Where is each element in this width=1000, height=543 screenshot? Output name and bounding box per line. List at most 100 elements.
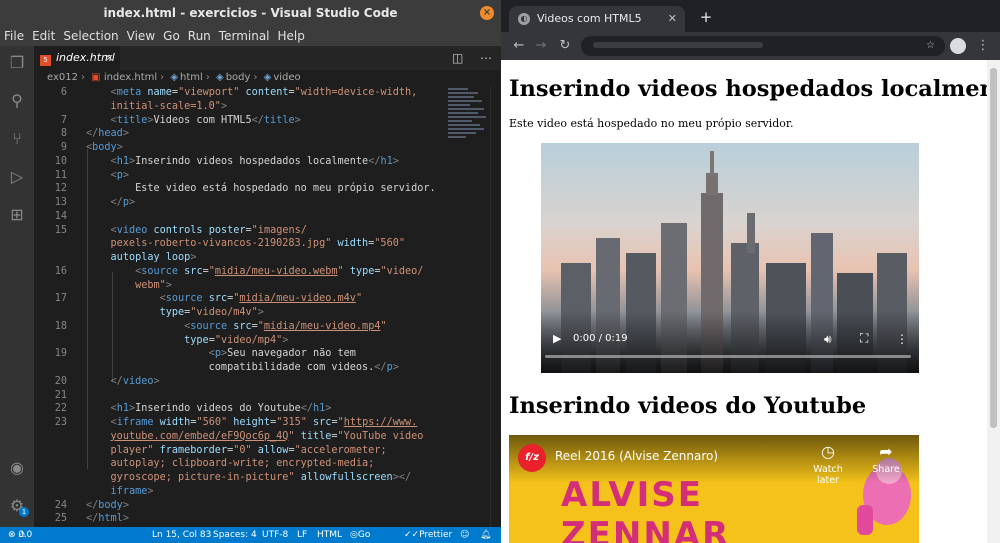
menu-item-help[interactable]: Help	[274, 26, 309, 46]
code-line[interactable]: 19 <p>Seu navegador não tem	[34, 347, 444, 361]
explorer-icon[interactable]: ❐	[6, 52, 28, 74]
youtube-video-title[interactable]: Reel 2016 (Alvise Zennaro)	[555, 449, 718, 463]
notifications-icon[interactable]: 🔔︎	[480, 527, 491, 543]
minimap[interactable]	[444, 86, 490, 527]
menu-item-run[interactable]: Run	[184, 26, 215, 46]
close-window-icon[interactable]: ×	[480, 6, 494, 20]
code-line[interactable]: compatibilidade com videos.</p>	[34, 361, 444, 375]
video-progress-bar[interactable]	[545, 355, 911, 358]
more-options-icon[interactable]: ⋮	[896, 332, 908, 346]
code-line[interactable]: type="video/m4v">	[34, 306, 444, 320]
prettier-status[interactable]: ✓✓ Prettier	[404, 527, 452, 543]
code-line[interactable]: 13 </p>	[34, 196, 444, 210]
video-player[interactable]: ▶ 0:00 / 0:19 🔊︎ ⛶ ⋮	[541, 143, 919, 373]
profile-avatar[interactable]	[950, 38, 966, 54]
code-line[interactable]: 7 <title>Videos com HTML5</title>	[34, 114, 444, 128]
encoding[interactable]: UTF-8	[262, 527, 288, 543]
code-line[interactable]: 16 <source src="midia/meu-video.webm" ty…	[34, 265, 444, 279]
code-line[interactable]: 22 <h1>Inserindo videos do Youtube</h1>	[34, 402, 444, 416]
code-line[interactable]: youtube.com/embed/eF9Qoc6p_4Q" title="Yo…	[34, 430, 444, 444]
close-tab-icon[interactable]: ✕	[668, 6, 677, 32]
menu-item-view[interactable]: View	[123, 26, 159, 46]
code-line[interactable]: 17 <source src="midia/meu-video.m4v"	[34, 292, 444, 306]
menu-item-edit[interactable]: Edit	[28, 26, 59, 46]
run-debug-icon[interactable]: ▷	[6, 166, 28, 188]
search-icon[interactable]: ⚲	[6, 90, 28, 112]
channel-logo[interactable]: f/z	[518, 444, 546, 472]
tab-index-html[interactable]: 5 index.html ×	[34, 46, 120, 70]
new-tab-button[interactable]: +	[695, 6, 717, 28]
kebab-menu-icon[interactable]: ⋮	[973, 36, 993, 56]
menu-item-terminal[interactable]: Terminal	[215, 26, 274, 46]
code-line[interactable]: webm">	[34, 279, 444, 293]
fullscreen-icon[interactable]: ⛶	[860, 331, 868, 346]
menu-item-selection[interactable]: Selection	[59, 26, 122, 46]
back-button[interactable]: ←	[509, 36, 529, 56]
code-token: h1	[380, 155, 393, 167]
breadcrumb-item[interactable]: video	[273, 72, 300, 83]
more-actions-icon[interactable]: ⋯	[480, 46, 492, 70]
go-live-button[interactable]: ◎ Go Live	[350, 527, 370, 543]
youtube-embed[interactable]: ALVISE ZENNAR f/z Reel 2016 (Alvise Zenn…	[509, 435, 919, 543]
forward-button[interactable]: →	[531, 36, 551, 56]
page-scrollbar[interactable]	[987, 60, 1000, 543]
code-editor[interactable]: 6 <meta name="viewport" content="width=d…	[34, 86, 444, 527]
code-line[interactable]: 8 </head>	[34, 127, 444, 141]
indentation[interactable]: Spaces: 4	[213, 527, 257, 543]
code-line[interactable]: 15 <video controls poster="imagens/	[34, 224, 444, 238]
code-token: h1	[116, 403, 129, 415]
code-line[interactable]: 18 <source src="midia/meu-video.mp4"	[34, 320, 444, 334]
problems-indicator[interactable]: ⊗ 0 ⚠ 0	[8, 527, 32, 543]
feedback-icon[interactable]: ☺	[460, 527, 469, 543]
reload-button[interactable]: ↻	[555, 36, 575, 56]
code-line[interactable]: 21	[34, 389, 444, 403]
code-line[interactable]: autoplay loop>	[34, 251, 444, 265]
cursor-position[interactable]: Ln 15, Col 83	[152, 527, 211, 543]
browser-tab[interactable]: ◐ Videos com HTML5 ✕	[509, 6, 685, 32]
bookmark-star-icon[interactable]: ☆	[926, 36, 935, 56]
breadcrumb-item[interactable]: ex012	[47, 72, 78, 83]
split-editor-icon[interactable]: ◫	[452, 46, 463, 70]
address-bar[interactable]: ☆	[581, 36, 945, 56]
code-line[interactable]: 23 <iframe width="560" height="315" src=…	[34, 416, 444, 430]
code-line[interactable]: initial-scale=1.0">	[34, 100, 444, 114]
code-line[interactable]: 20 </video>	[34, 375, 444, 389]
code-line[interactable]: gyroscope; picture-in-picture" allowfull…	[34, 471, 444, 485]
volume-icon[interactable]: 🔊︎	[824, 332, 832, 347]
code-line[interactable]: 25 </html>	[34, 512, 444, 526]
accounts-icon[interactable]: ◉	[6, 457, 28, 479]
code-line[interactable]: player" frameborder="0" allow="accelerom…	[34, 444, 444, 458]
code-line[interactable]: type="video/mp4">	[34, 334, 444, 348]
extensions-icon[interactable]: ⊞	[6, 204, 28, 226]
code-line[interactable]: 14	[34, 210, 444, 224]
code-line[interactable]: iframe>	[34, 485, 444, 499]
share-button[interactable]: ➦ Share	[861, 440, 911, 475]
code-line[interactable]: 11 <p>	[34, 169, 444, 183]
menu-item-go[interactable]: Go	[159, 26, 184, 46]
settings-gear-icon[interactable]: ⚙ 1	[6, 495, 29, 517]
source-control-icon[interactable]: ⑂	[6, 128, 28, 150]
code-line[interactable]: 24 </body>	[34, 499, 444, 513]
breadcrumb-item[interactable]: body	[226, 72, 251, 83]
end-of-line[interactable]: LF	[297, 527, 307, 543]
scrollbar-thumb[interactable]	[990, 68, 997, 428]
code-text: <title>Videos com HTML5</title>	[86, 114, 301, 128]
code-text: compatibilidade com videos.</p>	[86, 361, 399, 375]
play-icon[interactable]: ▶	[553, 332, 561, 345]
code-token: autoplay; clipboard-write; encrypted-med…	[86, 458, 375, 470]
close-tab-icon[interactable]: ×	[105, 46, 114, 70]
editor-scrollbar[interactable]	[490, 86, 501, 527]
breadcrumb-item[interactable]: html	[180, 72, 203, 83]
watch-later-button[interactable]: ◷ Watch later	[803, 440, 853, 486]
code-line[interactable]: pexels-roberto-vivancos-2190283.jpg" wid…	[34, 237, 444, 251]
menu-item-file[interactable]: File	[0, 26, 28, 46]
code-line[interactable]: 6 <meta name="viewport" content="width=d…	[34, 86, 444, 100]
code-line[interactable]: autoplay; clipboard-write; encrypted-med…	[34, 457, 444, 471]
code-line[interactable]: 10 <h1>Inserindo videos hospedados local…	[34, 155, 444, 169]
code-line[interactable]: 9 <body>	[34, 141, 444, 155]
code-line[interactable]: 12 Este video está hospedado no meu próp…	[34, 182, 444, 196]
language-mode[interactable]: HTML	[317, 527, 342, 543]
breadcrumb-item[interactable]: index.html	[104, 72, 157, 83]
